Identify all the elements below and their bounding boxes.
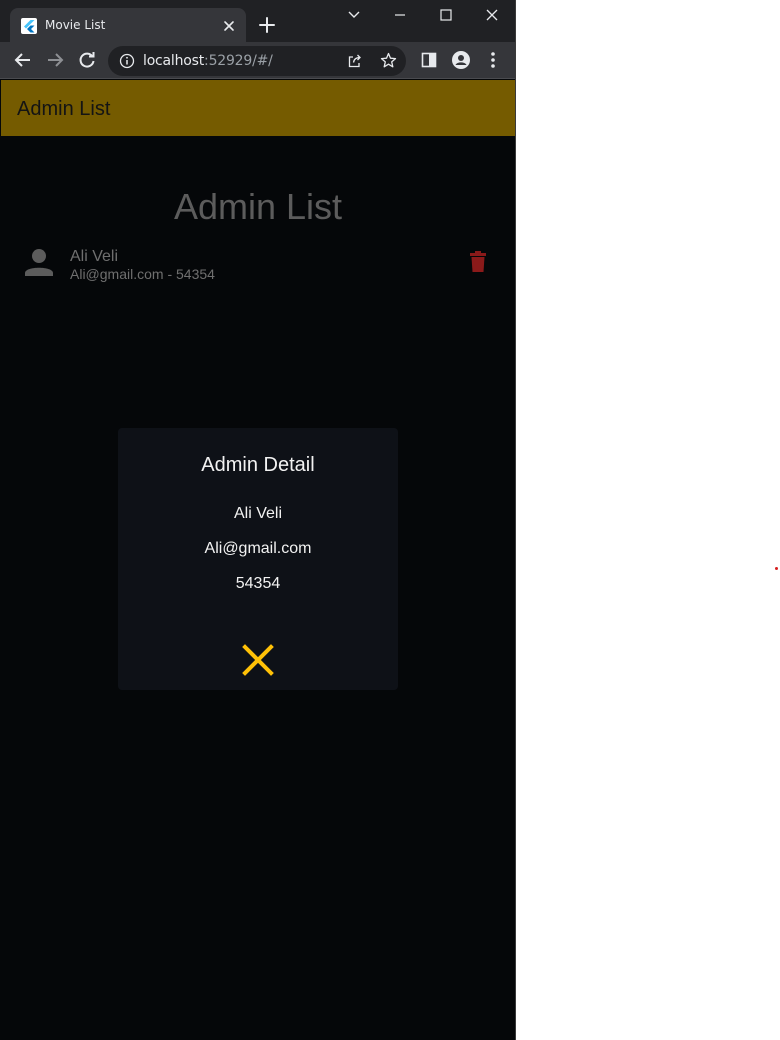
admin-detail-dialog: Admin Detail Ali Veli Ali@gmail.com 5435… [118, 428, 398, 690]
close-tab-icon[interactable] [220, 17, 238, 35]
trash-icon[interactable] [467, 250, 489, 274]
list-item[interactable]: Ali Veli Ali@gmail.com - 54354 [1, 240, 515, 286]
minimize-icon[interactable] [390, 6, 410, 24]
share-icon[interactable] [347, 53, 363, 69]
maximize-icon[interactable] [436, 6, 456, 24]
profile-icon[interactable] [451, 50, 471, 70]
browser-toolbar: localhost:52929/#/ [0, 42, 515, 79]
appbar-title: Admin List [17, 98, 111, 120]
person-icon [25, 249, 53, 276]
close-window-icon[interactable] [482, 6, 502, 24]
dialog-admin-phone: 54354 [235, 575, 281, 592]
reload-icon[interactable] [77, 50, 97, 70]
flutter-icon [21, 18, 37, 34]
back-icon[interactable] [13, 50, 33, 70]
stray-dot [775, 567, 778, 570]
browser-window: Movie List localhost:52929/#/ Admin List… [0, 0, 516, 1040]
browser-tab[interactable]: Movie List [10, 8, 246, 42]
url-rest: :52929/#/ [204, 53, 273, 69]
menu-dots-icon[interactable] [483, 50, 503, 70]
tab-strip: Movie List [0, 0, 515, 42]
new-tab-icon[interactable] [258, 16, 276, 34]
app-bar: Admin List [1, 80, 515, 136]
page-title: Admin List [173, 186, 343, 227]
url-host: localhost [143, 53, 205, 69]
forward-icon[interactable] [45, 50, 65, 70]
url-text[interactable]: localhost:52929/#/ [143, 53, 273, 69]
dialog-title: Admin Detail [201, 454, 315, 476]
side-panel-icon[interactable] [419, 50, 439, 70]
bookmark-star-icon[interactable] [380, 52, 397, 69]
tab-title: Movie List [45, 18, 106, 32]
tab-search-icon[interactable] [344, 6, 364, 24]
admin-name: Ali Veli [70, 248, 119, 265]
address-bar[interactable]: localhost:52929/#/ [108, 46, 406, 76]
dialog-admin-email: Ali@gmail.com [204, 540, 312, 557]
info-icon[interactable] [119, 53, 135, 69]
dialog-admin-name: Ali Veli [233, 505, 283, 522]
close-icon[interactable] [240, 642, 276, 678]
admin-subtitle: Ali@gmail.com - 54354 [70, 266, 215, 282]
